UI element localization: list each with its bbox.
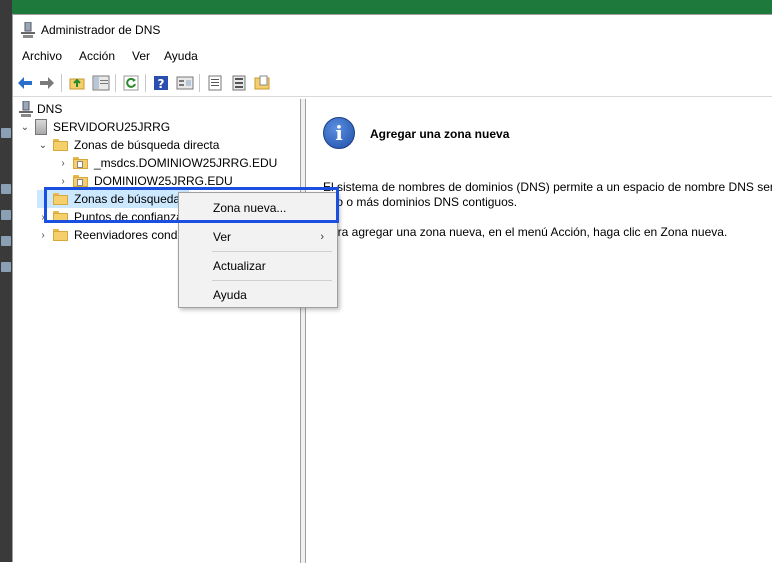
back-icon[interactable]: [16, 74, 34, 92]
window-title: Administrador de DNS: [41, 23, 161, 37]
pane-heading: Agregar una zona nueva: [370, 127, 510, 141]
forward-icon[interactable]: [38, 74, 56, 92]
tree-item-forward-zones[interactable]: ⌄ Zonas de búsqueda directa: [37, 136, 220, 154]
svg-text:?: ?: [158, 77, 165, 91]
menu-item-refresh[interactable]: Actualizar: [180, 253, 336, 279]
menu-archivo[interactable]: Archivo: [22, 49, 62, 63]
dns-icon: [19, 101, 33, 117]
dns-manager-window: Administrador de DNS Archivo Acción Ver …: [12, 14, 772, 563]
title-bar[interactable]: Administrador de DNS: [13, 15, 772, 45]
description-line: uno o más dominios DNS contiguos.: [323, 195, 518, 209]
folder-icon: [53, 139, 68, 151]
tree-item-label: Reenviadores condi: [74, 228, 181, 242]
tree-item-conditional-forwarders[interactable]: › Reenviadores condi: [37, 226, 180, 244]
menu-ayuda[interactable]: Ayuda: [164, 49, 198, 63]
zone-icon[interactable]: [253, 74, 271, 92]
chevron-right-icon: ›: [320, 231, 324, 243]
instruction-text: Para agregar una zona nueva, en el menú …: [323, 225, 728, 239]
tree-item-label: SERVIDORU25JRRG: [53, 120, 171, 134]
dns-app-icon: [21, 22, 35, 38]
tree-item-label: _msdcs.DOMINIOW25JRRG.EDU: [94, 156, 278, 170]
tree-item-label: DNS: [37, 102, 63, 116]
toolbar-separator: [115, 74, 116, 92]
chevron-down-icon[interactable]: ⌄: [37, 139, 49, 151]
info-icon: i: [323, 117, 355, 149]
tree-item-server[interactable]: ⌄ SERVIDORU25JRRG: [19, 118, 170, 136]
chevron-right-icon[interactable]: ›: [37, 229, 49, 241]
desktop-icon: [1, 184, 11, 194]
list-view-icon[interactable]: [206, 74, 224, 92]
menu-accion[interactable]: Acción: [79, 49, 115, 63]
tree-item-dns[interactable]: DNS: [19, 100, 62, 118]
description-line: El sistema de nombres de dominios (DNS) …: [323, 180, 772, 194]
toolbar: ?: [13, 69, 772, 97]
tree-item-label: DOMINIOW25JRRG.EDU: [94, 174, 233, 188]
detail-view-icon[interactable]: [230, 74, 248, 92]
folder-icon: [53, 229, 68, 241]
desktop-left-strip: [0, 0, 12, 562]
zone-folder-icon: [73, 175, 88, 187]
zone-folder-icon: [73, 157, 88, 169]
tree-item-zone-msdcs[interactable]: › _msdcs.DOMINIOW25JRRG.EDU: [57, 154, 277, 172]
desktop-icon: [1, 236, 11, 246]
desktop-icon: [1, 262, 11, 272]
tree-item-label: Zonas de búsqueda directa: [74, 138, 220, 152]
toolbar-separator: [199, 74, 200, 92]
details-pane: i Agregar una zona nueva El sistema de n…: [305, 99, 772, 563]
menu-item-view[interactable]: Ver ›: [180, 224, 336, 250]
menu-separator: [212, 280, 332, 281]
show-hide-tree-icon[interactable]: [92, 74, 110, 92]
desktop-background-strip: [0, 0, 772, 14]
chevron-down-icon[interactable]: ⌄: [19, 121, 31, 133]
menu-separator: [212, 251, 332, 252]
chevron-right-icon[interactable]: ›: [57, 157, 69, 169]
tree-pane: DNS ⌄ SERVIDORU25JRRG ⌄ Zonas de búsqued…: [13, 99, 301, 563]
toolbar-separator: [61, 74, 62, 92]
toolbar-separator: [145, 74, 146, 92]
server-icon: [35, 119, 47, 135]
up-folder-icon[interactable]: [68, 74, 86, 92]
help-icon[interactable]: ?: [152, 74, 170, 92]
refresh-icon[interactable]: [122, 74, 140, 92]
properties-icon[interactable]: [176, 74, 194, 92]
chevron-right-icon[interactable]: ›: [57, 175, 69, 187]
desktop-icon: [1, 210, 11, 220]
menu-item-help[interactable]: Ayuda: [180, 282, 336, 308]
menu-bar: Archivo Acción Ver Ayuda: [13, 45, 772, 67]
menu-ver[interactable]: Ver: [132, 49, 150, 63]
highlight-annotation: [44, 187, 339, 223]
desktop-icon: [1, 128, 11, 138]
